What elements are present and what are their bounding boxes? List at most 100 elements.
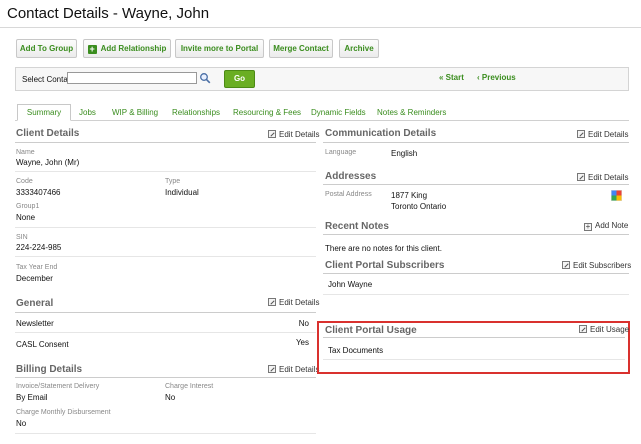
client-details-edit-link[interactable]: Edit Details	[268, 130, 319, 139]
tab-jobs[interactable]: Jobs	[79, 108, 96, 117]
edit-icon	[268, 130, 276, 138]
disbursement-label: Charge Monthly Disbursement	[16, 409, 111, 416]
row-divider	[15, 256, 316, 257]
name-value: Wayne, John (Mr)	[16, 158, 80, 167]
add-relationship-button[interactable]: + Add Relationship	[83, 39, 171, 58]
edit-icon	[577, 130, 585, 138]
portal-usage-item: Tax Documents	[328, 346, 384, 355]
row-divider	[15, 332, 316, 333]
edit-icon	[562, 261, 570, 269]
sin-value: 224-224-985	[16, 243, 62, 252]
portal-usage-heading: Client Portal Usage	[325, 325, 417, 336]
language-label: Language	[325, 149, 357, 156]
code-value: 3333407466	[16, 188, 61, 197]
edit-label: Edit Usage	[590, 325, 630, 334]
group-value: None	[16, 213, 36, 222]
recent-notes-heading: Recent Notes	[325, 221, 389, 232]
row-divider	[323, 294, 629, 295]
add-note-link[interactable]: + Add Note	[584, 221, 628, 231]
tab-relationships[interactable]: Relationships	[172, 108, 220, 117]
select-contact-input[interactable]	[67, 72, 197, 84]
archive-button[interactable]: Archive	[339, 39, 379, 58]
tab-wip-billing[interactable]: WIP & Billing	[112, 108, 158, 117]
row-divider	[15, 171, 316, 172]
communication-edit-link[interactable]: Edit Details	[577, 130, 628, 139]
type-label: Type	[165, 178, 181, 185]
casl-consent-value: Yes	[295, 338, 309, 347]
edit-label: Edit Details	[588, 173, 629, 182]
tab-resourcing-fees[interactable]: Resourcing & Fees	[233, 108, 301, 117]
tax-year-end-label: Tax Year End	[16, 264, 58, 271]
delivery-label: Invoice/Statement Delivery	[16, 383, 100, 390]
tab-summary[interactable]: Summary	[17, 104, 71, 121]
section-divider	[323, 184, 629, 185]
section-divider	[15, 377, 316, 378]
newsletter-label: Newsletter	[16, 319, 54, 328]
invite-portal-button[interactable]: Invite more to Portal	[175, 39, 264, 58]
delivery-value: By Email	[16, 393, 48, 402]
merge-contact-button[interactable]: Merge Contact	[269, 39, 333, 58]
go-button[interactable]: Go	[224, 70, 255, 88]
language-value: English	[391, 149, 418, 158]
general-edit-link[interactable]: Edit Details	[268, 298, 319, 307]
sin-label: SIN	[16, 234, 28, 241]
tab-dynamic-fields[interactable]: Dynamic Fields	[311, 108, 366, 117]
code-label: Code	[16, 178, 33, 185]
address-line-2: Toronto Ontario	[391, 202, 447, 211]
section-divider	[15, 312, 316, 313]
addresses-heading: Addresses	[325, 171, 377, 182]
billing-details-heading: Billing Details	[16, 364, 83, 375]
add-relationship-label: Add Relationship	[100, 44, 167, 53]
section-divider	[15, 142, 316, 143]
section-divider	[323, 337, 625, 338]
newsletter-value: No	[298, 319, 309, 328]
casl-consent-label: CASL Consent	[16, 340, 69, 349]
edit-label: Edit Details	[279, 298, 320, 307]
edit-icon	[579, 325, 587, 333]
row-divider	[15, 227, 316, 228]
edit-label: Edit Subscribers	[573, 261, 632, 270]
portal-subscribers-heading: Client Portal Subscribers	[325, 260, 445, 271]
add-note-label: Add Note	[595, 221, 629, 230]
tab-notes-reminders[interactable]: Notes & Reminders	[377, 108, 446, 117]
edit-label: Edit Details	[588, 130, 629, 139]
edit-label: Edit Details	[279, 365, 320, 374]
map-pin-icon[interactable]	[611, 190, 622, 201]
start-link[interactable]: « Start	[439, 73, 464, 82]
edit-icon	[577, 173, 585, 181]
plus-icon: +	[584, 222, 592, 231]
charge-interest-label: Charge Interest	[165, 383, 214, 390]
charge-interest-value: No	[165, 393, 176, 402]
plus-icon: +	[87, 44, 97, 54]
page-title: Contact Details - Wayne, John	[7, 5, 210, 22]
row-divider	[15, 433, 316, 434]
edit-icon	[268, 298, 276, 306]
group-label: Group1	[16, 203, 40, 210]
section-divider	[323, 234, 629, 235]
section-divider	[323, 273, 629, 274]
row-divider	[323, 359, 625, 360]
addresses-edit-link[interactable]: Edit Details	[577, 173, 628, 182]
search-icon[interactable]	[199, 72, 211, 84]
billing-edit-link[interactable]: Edit Details	[268, 365, 319, 374]
edit-label: Edit Details	[279, 130, 320, 139]
postal-address-label: Postal Address	[325, 191, 372, 198]
title-divider	[0, 27, 641, 28]
disbursement-value: No	[16, 419, 27, 428]
previous-link[interactable]: ‹ Previous	[477, 73, 516, 82]
edit-icon	[268, 365, 276, 373]
subscriber-name: John Wayne	[328, 280, 373, 289]
tab-divider	[15, 120, 629, 121]
tax-year-end-value: December	[16, 274, 53, 283]
type-value: Individual	[165, 188, 199, 197]
no-notes-text: There are no notes for this client.	[325, 244, 442, 253]
communication-details-heading: Communication Details	[325, 128, 437, 139]
section-divider	[323, 142, 629, 143]
name-label: Name	[16, 149, 35, 156]
client-details-heading: Client Details	[16, 128, 80, 139]
edit-usage-link[interactable]: Edit Usage	[579, 325, 629, 334]
general-heading: General	[16, 298, 54, 309]
edit-subscribers-link[interactable]: Edit Subscribers	[562, 261, 631, 270]
address-line-1: 1877 King	[391, 191, 428, 200]
add-to-group-button[interactable]: Add To Group	[16, 39, 77, 58]
